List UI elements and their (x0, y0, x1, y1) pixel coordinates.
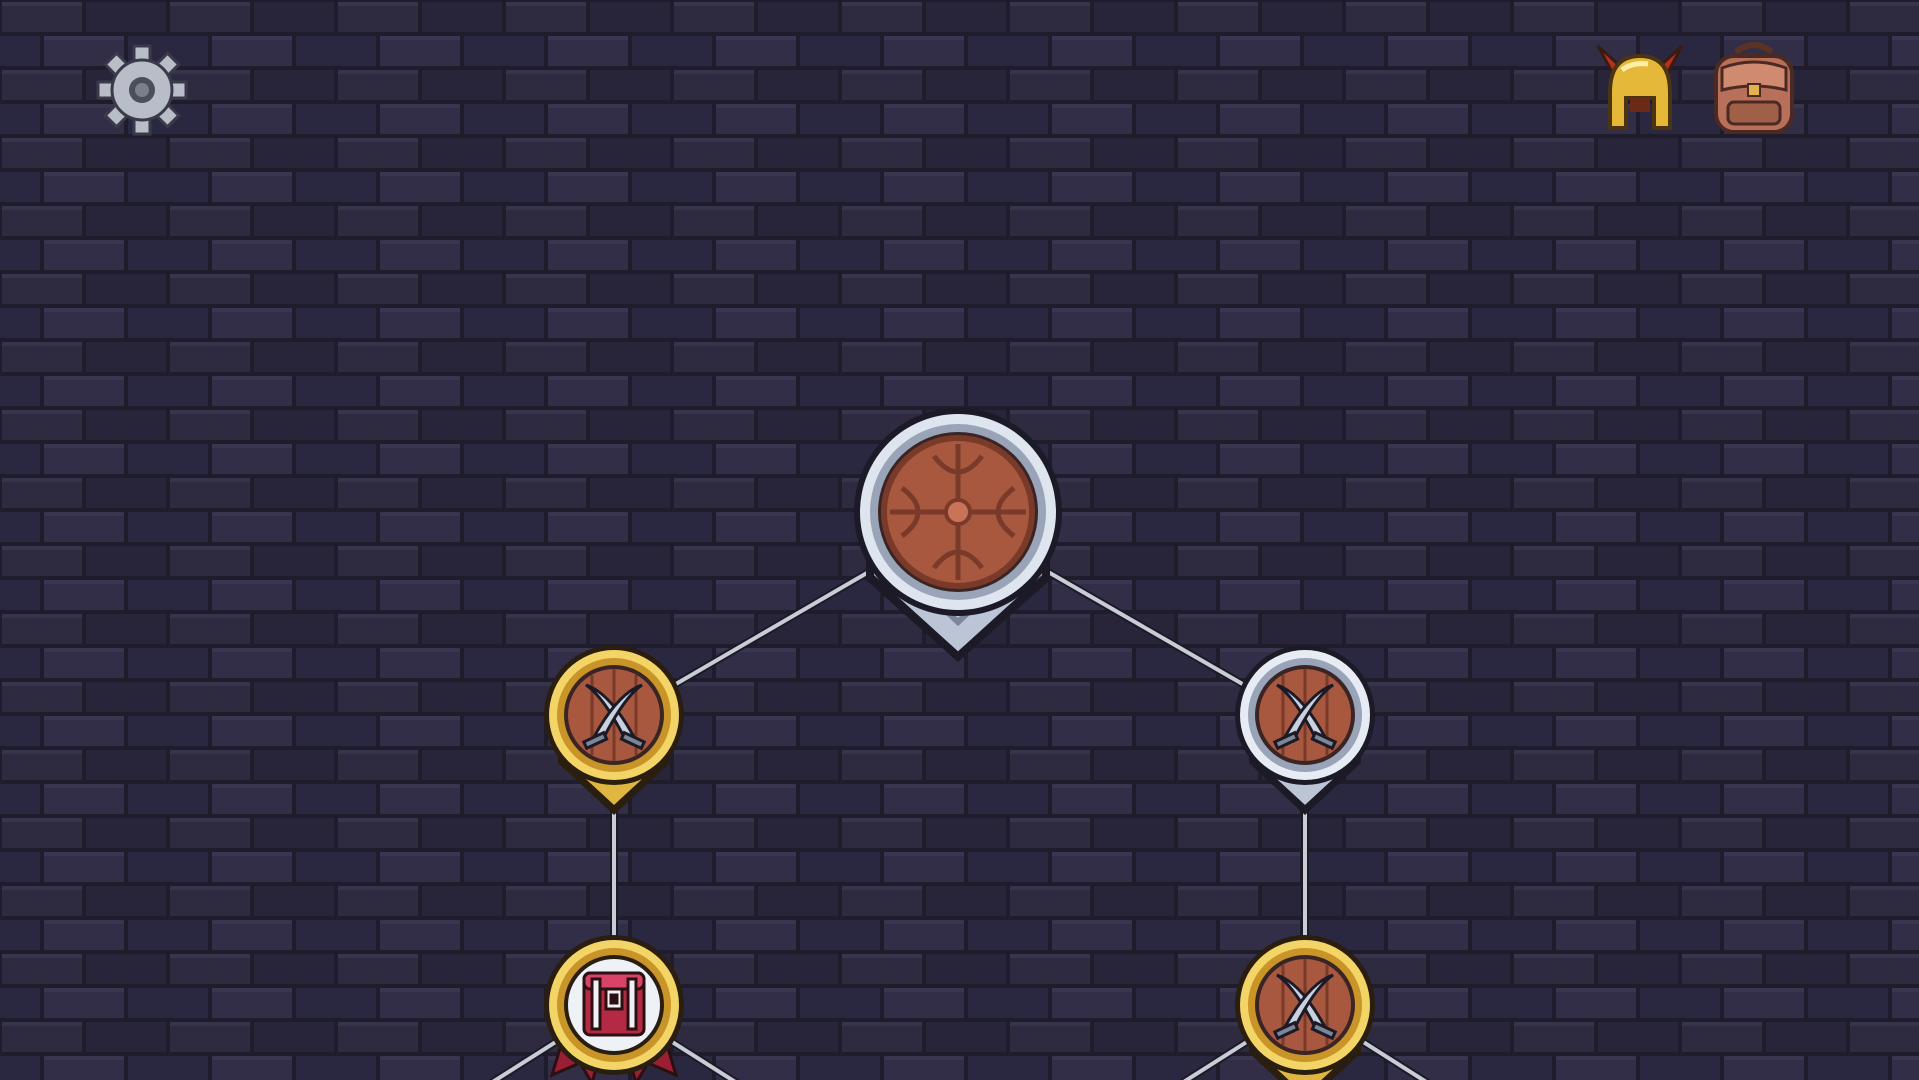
horned-helmet-icon (1592, 42, 1688, 134)
character-button[interactable] (1592, 42, 1688, 134)
inventory-button[interactable] (1706, 38, 1802, 138)
wooden-shield-icon (881, 435, 1035, 589)
skill-tree-screen (0, 0, 1919, 1080)
skill-node-right-1[interactable] (1235, 645, 1375, 817)
backpack-icon (1706, 38, 1802, 138)
skill-node-left-1[interactable] (544, 645, 684, 817)
gear-icon (94, 42, 190, 138)
settings-button[interactable] (94, 42, 190, 138)
skill-node-root[interactable] (850, 408, 1066, 664)
skill-node-right-2[interactable] (1235, 935, 1375, 1080)
treasure-chest-icon (582, 971, 646, 1037)
skill-node-left-2[interactable] (544, 935, 684, 1080)
